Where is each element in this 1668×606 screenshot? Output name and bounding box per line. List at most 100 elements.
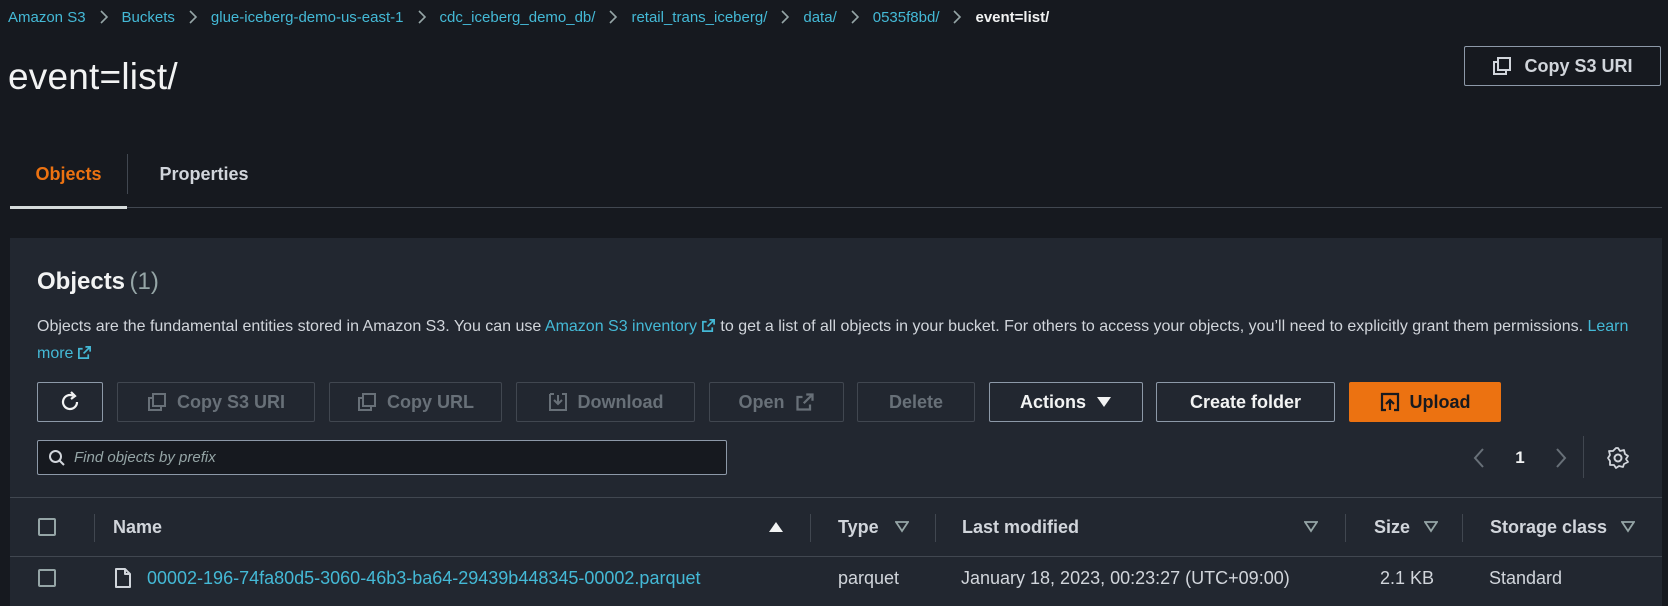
refresh-button[interactable] <box>37 382 103 422</box>
preferences-button[interactable] <box>1606 440 1630 475</box>
description-text-continued: to get a list of all objects in your buc… <box>715 318 1588 335</box>
upload-icon <box>1380 392 1399 412</box>
table-row[interactable]: 00002-196-74fa80d5-3060-46b3-ba64-29439b… <box>10 557 1662 606</box>
search-input[interactable] <box>74 449 714 466</box>
download-icon <box>548 393 567 411</box>
tab-objects-label: Objects <box>35 163 102 184</box>
chevron-right-icon <box>404 10 440 24</box>
sort-icon <box>894 521 909 533</box>
description-text: Objects are the fundamental entities sto… <box>37 318 545 335</box>
objects-description: Objects are the fundamental entities sto… <box>37 313 1637 367</box>
search-box <box>37 440 727 475</box>
file-icon <box>114 557 132 599</box>
column-divider <box>1345 514 1346 542</box>
object-type: parquet <box>838 567 900 588</box>
column-divider <box>810 514 811 542</box>
column-header-size[interactable]: Size <box>1374 498 1439 556</box>
sort-icon <box>1304 521 1318 533</box>
gear-icon <box>1607 446 1629 469</box>
sort-icon <box>769 522 783 532</box>
copy-s3-uri-button-label: Copy S3 URI <box>176 391 286 412</box>
select-all-checkbox[interactable] <box>38 498 56 556</box>
next-page-button[interactable] <box>1547 447 1575 469</box>
delete-button[interactable]: Delete <box>857 382 975 422</box>
checkbox-box <box>38 518 56 536</box>
breadcrumb-data-folder[interactable]: data/ <box>803 9 836 26</box>
column-header-last-modified-label: Last modified <box>962 516 1080 537</box>
object-last-modified: January 18, 2023, 00:23:27 (UTC+09:00) <box>961 567 1290 588</box>
sort-icon[interactable] <box>1304 498 1318 556</box>
create-folder-button-label: Create folder <box>1189 391 1302 412</box>
chevron-right-icon <box>767 10 803 24</box>
create-folder-button[interactable]: Create folder <box>1156 382 1335 422</box>
copy-url-button[interactable]: Copy URL <box>329 382 502 422</box>
chevron-left-icon <box>1473 447 1484 468</box>
column-header-name[interactable]: Name <box>113 498 162 556</box>
breadcrumb-current: event=list/ <box>975 8 1050 26</box>
checkbox-box <box>38 569 56 587</box>
column-header-type[interactable]: Type <box>838 498 909 556</box>
external-link-icon <box>795 393 814 411</box>
tab-objects[interactable]: Objects <box>10 140 127 209</box>
object-size: 2.1 KB <box>1380 567 1435 588</box>
copy-url-button-label: Copy URL <box>387 391 474 412</box>
actions-button-label: Actions <box>1019 391 1086 412</box>
column-divider <box>1462 514 1463 542</box>
chevron-right-icon <box>595 10 631 24</box>
download-button[interactable]: Download <box>516 382 695 422</box>
tab-properties-label: Properties <box>159 163 249 184</box>
download-button-label: Download <box>577 391 664 412</box>
sort-icon <box>1621 521 1636 533</box>
external-link-icon <box>78 346 92 359</box>
column-header-storage-class[interactable]: Storage class <box>1490 498 1636 556</box>
s3-console-page: Amazon S3 Buckets glue-iceberg-demo-us-e… <box>0 0 1668 606</box>
copy-icon <box>147 393 166 411</box>
open-button-label: Open <box>738 391 785 412</box>
breadcrumb-table-folder[interactable]: retail_trans_iceberg/ <box>631 9 767 26</box>
current-page-number[interactable]: 1 <box>1493 448 1547 468</box>
search-icon <box>49 449 65 466</box>
copy-s3-uri-label: Copy S3 URI <box>1524 55 1633 76</box>
column-divider <box>94 514 95 542</box>
copy-icon <box>358 393 376 411</box>
refresh-icon <box>61 391 79 411</box>
breadcrumb-bucket[interactable]: glue-iceberg-demo-us-east-1 <box>211 9 404 26</box>
objects-count: (1) <box>129 268 159 295</box>
column-header-name-label: Name <box>113 516 163 537</box>
column-header-storage-class-label: Storage class <box>1490 516 1608 537</box>
breadcrumb-amazon-s3[interactable]: Amazon S3 <box>8 9 86 26</box>
breadcrumb: Amazon S3 Buckets glue-iceberg-demo-us-e… <box>8 6 1049 28</box>
sort-icon <box>1424 521 1439 533</box>
s3-inventory-link[interactable]: Amazon S3 inventory <box>545 318 716 335</box>
pagination: 1 <box>1465 440 1575 475</box>
chevron-right-icon <box>86 10 122 24</box>
sort-ascending-icon[interactable] <box>768 498 784 556</box>
s3-inventory-link-label: Amazon S3 inventory <box>544 318 697 335</box>
chevron-right-icon <box>1556 447 1567 468</box>
actions-dropdown-button[interactable]: Actions <box>989 382 1143 422</box>
objects-panel-title: Objects <box>37 268 126 295</box>
copy-icon <box>1493 57 1512 75</box>
column-header-size-label: Size <box>1374 516 1411 537</box>
copy-s3-uri-header-button[interactable]: Copy S3 URI <box>1464 46 1661 86</box>
caret-down-icon <box>1097 397 1111 407</box>
open-button[interactable]: Open <box>709 382 844 422</box>
page-title: event=list/ <box>8 56 178 97</box>
previous-page-button[interactable] <box>1465 447 1493 469</box>
object-name-label: 00002-196-74fa80d5-3060-46b3-ba64-29439b… <box>147 567 701 588</box>
row-checkbox[interactable] <box>38 557 56 599</box>
copy-s3-uri-button[interactable]: Copy S3 URI <box>117 382 315 422</box>
upload-button[interactable]: Upload <box>1349 382 1501 422</box>
upload-button-label: Upload <box>1409 391 1471 412</box>
breadcrumb-database-folder[interactable]: cdc_iceberg_demo_db/ <box>440 9 596 26</box>
tab-properties[interactable]: Properties <box>128 140 280 208</box>
column-header-last-modified[interactable]: Last modified <box>962 498 1079 556</box>
object-name-link[interactable]: 00002-196-74fa80d5-3060-46b3-ba64-29439b… <box>147 557 700 599</box>
breadcrumb-hash-folder[interactable]: 0535f8bd/ <box>873 9 940 26</box>
breadcrumb-buckets[interactable]: Buckets <box>122 9 175 26</box>
external-link-icon <box>702 319 715 332</box>
tab-list: Objects Properties <box>10 140 1662 209</box>
column-divider <box>935 514 936 542</box>
object-storage-class: Standard <box>1489 567 1563 588</box>
chevron-right-icon <box>837 10 873 24</box>
